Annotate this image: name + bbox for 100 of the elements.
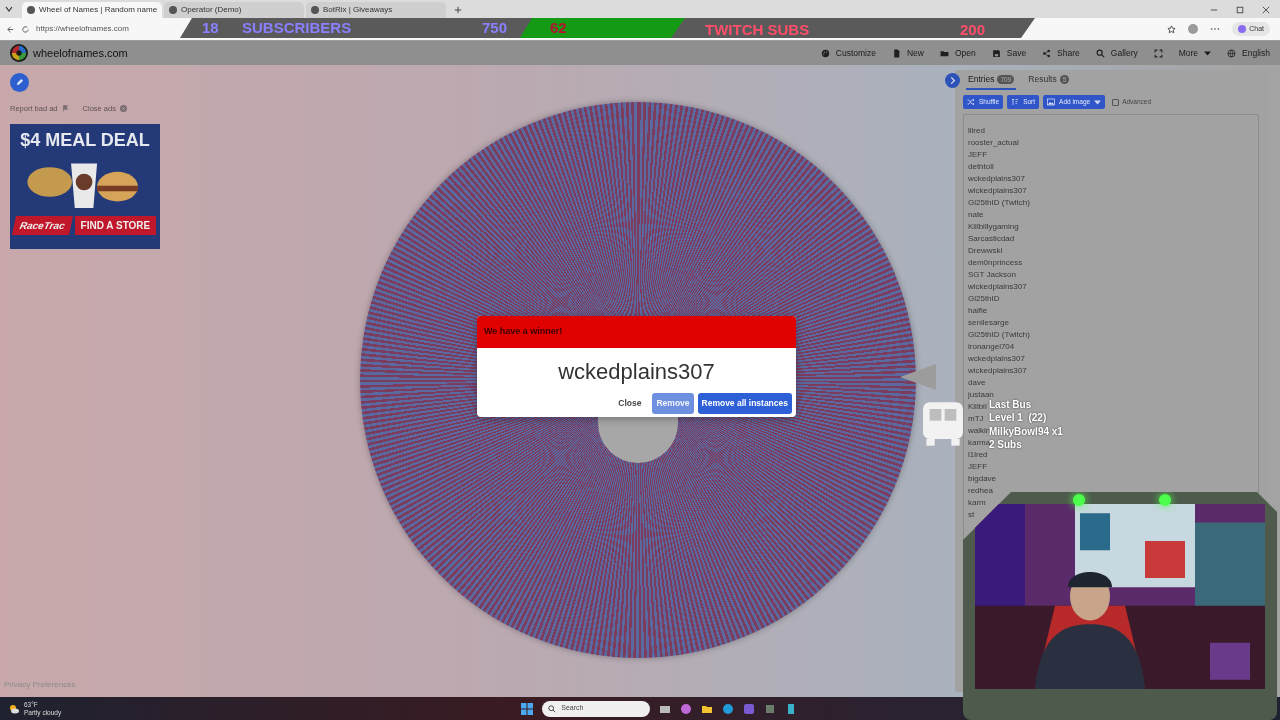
reload-icon[interactable]	[21, 24, 30, 34]
ad-brand: RaceTrac	[11, 216, 73, 236]
alert-text: MilkyBowl94 x1	[989, 424, 1063, 438]
winner-name: wckedplains307	[558, 358, 715, 386]
menu-item[interactable]: English	[1227, 46, 1270, 60]
goal-target: 750	[482, 17, 509, 38]
pencil-icon	[15, 78, 24, 87]
menu-item[interactable]: Gallery	[1095, 46, 1138, 60]
entry-line: karma	[968, 437, 991, 447]
fullscreen-icon	[1153, 48, 1163, 58]
folder-icon	[939, 48, 949, 58]
entry-line: st	[968, 509, 975, 521]
goal-label: TWITCH SUBS	[705, 20, 810, 40]
tab-favicon-icon	[27, 6, 35, 14]
alert-text: 2 Subs	[989, 437, 1023, 452]
entry-line: karm	[968, 497, 986, 509]
entry-line: SGT Jackson	[968, 269, 1016, 281]
entry-line: Sarcasticdad	[968, 233, 1015, 245]
ad-banner[interactable]: $4 MEAL DEAL RaceTrac FIND A STORE	[10, 124, 160, 250]
entry-line: senilesarge	[968, 317, 1009, 329]
entry-line: Gl25thID (Twitch)	[968, 197, 1030, 209]
entry-line: dethtoll	[968, 161, 994, 173]
dialog-button[interactable]: Remove	[652, 393, 694, 414]
menu-item[interactable]: Open	[939, 46, 976, 60]
subscriber-count: 18	[202, 17, 220, 38]
ad-headline: $4 MEAL DEAL	[20, 130, 150, 151]
new-tab-icon[interactable]	[454, 6, 462, 14]
advanced-checkbox[interactable]	[1112, 98, 1120, 106]
entry-line: nate	[968, 209, 984, 221]
twitch-sub-count: 62	[550, 17, 567, 38]
entry-line: Drewwski	[968, 245, 1003, 257]
entry-line: JEFF	[968, 149, 988, 161]
entry-line: wckedplains307	[968, 173, 1025, 185]
entry-line: Killbil	[968, 401, 987, 413]
maximize-icon[interactable]	[1236, 6, 1244, 14]
fullscreen-button[interactable]	[1153, 48, 1163, 58]
browser-tab[interactable]: Wheel of Names | Random name	[22, 2, 162, 18]
url-text[interactable]: https://wheelofnames.com	[36, 23, 129, 35]
close-icon[interactable]	[1262, 6, 1270, 14]
entry-line: bigdave	[968, 473, 997, 485]
start-icon[interactable]	[521, 702, 534, 715]
status-light-icon	[1159, 494, 1171, 506]
entry-line: wickedplains307	[968, 365, 1027, 377]
entry-line: mTJ	[968, 413, 984, 425]
edit-button[interactable]	[10, 73, 29, 92]
globe-icon	[1227, 48, 1237, 58]
entry-line: wckedplains307	[968, 353, 1025, 365]
browser-tab[interactable]: Operator (Demo)	[164, 2, 304, 18]
tab-favicon-icon	[311, 6, 319, 14]
menu-item[interactable]: Save	[991, 46, 1027, 60]
entry-line: lilred	[968, 125, 985, 137]
more-icon[interactable]	[1210, 27, 1221, 31]
dialog-title: We have a winner!	[484, 325, 563, 339]
profile-icon[interactable]	[1188, 24, 1199, 34]
entry-line: JEFF	[968, 461, 988, 473]
menu-item[interactable]: Customize	[820, 46, 876, 60]
entry-line: wickedplains307	[968, 185, 1027, 197]
collapse-icon[interactable]	[945, 73, 960, 88]
shuffle-icon	[967, 98, 975, 106]
goal-label: SUBSCRIBERS	[242, 17, 353, 38]
entry-line: walkin	[968, 425, 991, 435]
entry-line: wickedplains307	[968, 281, 1027, 293]
entry-line: redhea	[968, 485, 993, 497]
menu-item[interactable]: Share	[1042, 46, 1080, 60]
browser-tab[interactable]: BotRix | Giveaways	[306, 2, 446, 18]
entry-line: justaan	[968, 389, 994, 400]
sort-icon	[1011, 98, 1020, 106]
logo-icon	[10, 44, 28, 62]
entry-line: l1lred	[968, 449, 988, 461]
tab-title: BotRix | Giveaways	[323, 4, 393, 16]
status-light-icon	[1073, 494, 1085, 506]
alert-text: Level 1 (22)	[989, 411, 1048, 425]
dialog-button[interactable]: Close	[611, 393, 649, 414]
dialog-button[interactable]: Remove all instances	[697, 393, 792, 414]
favorite-icon[interactable]	[1167, 24, 1177, 34]
file-icon	[891, 48, 901, 58]
back-icon[interactable]	[6, 24, 15, 34]
goal-target: 200	[960, 20, 986, 40]
entry-line: Gl25thID	[968, 293, 1000, 305]
entry-line: Gl25thID (Twitch)	[968, 329, 1030, 341]
pointer-icon	[898, 362, 938, 392]
weather-icon[interactable]	[8, 702, 20, 715]
search-icon	[548, 704, 557, 713]
entry-line: Killbillygaming	[968, 221, 1019, 233]
entry-line: dave	[968, 377, 986, 389]
image-icon	[1047, 98, 1056, 106]
entry-line: rooster_actual	[968, 137, 1019, 149]
tab-favicon-icon	[169, 6, 177, 14]
tab-title: Operator (Demo)	[181, 4, 242, 16]
entry-line: ironangel704	[968, 341, 1015, 353]
share-icon	[1042, 48, 1052, 58]
menu-item[interactable]: More	[1178, 46, 1212, 60]
palette-icon	[820, 48, 830, 58]
entry-line: dem0nprincess	[968, 257, 1023, 269]
ad-cta-button[interactable]: FIND A STORE	[74, 216, 157, 236]
menu-item[interactable]: New	[891, 46, 924, 60]
alert-text: Last Bus	[989, 399, 1033, 412]
entry-line: halfie	[968, 305, 988, 317]
tab-list-icon[interactable]	[4, 4, 14, 14]
site-title[interactable]: wheelofnames.com	[33, 44, 128, 62]
